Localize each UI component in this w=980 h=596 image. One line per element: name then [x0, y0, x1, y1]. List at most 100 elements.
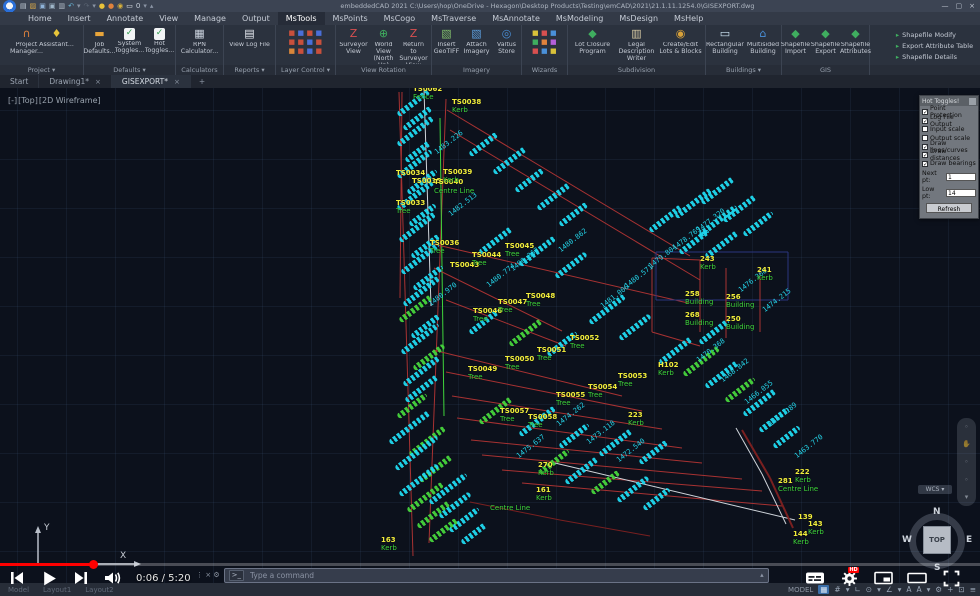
ribbon-tab-msdesign[interactable]: MsDesign [611, 12, 666, 25]
field-input[interactable] [946, 189, 976, 198]
document-tab-gisexport[interactable]: GISEXPORT* × [111, 75, 191, 88]
survey-point-label[interactable]: TS0038 Kerb [452, 98, 481, 114]
survey-point-label[interactable]: 144 Kerb [793, 530, 809, 546]
mini-layer-icon[interactable]: ■ [532, 39, 539, 46]
ribbon-group-label[interactable]: Buildings ▾ [706, 65, 781, 75]
multisided-building-button[interactable]: ⌂ Multisided Building [745, 26, 781, 64]
command-recent-dropdown-icon[interactable]: ▴ [760, 571, 764, 579]
ribbon-tab-mspoints[interactable]: MsPoints [325, 12, 376, 25]
ribbon-tab-mstraverse[interactable]: MsTraverse [423, 12, 484, 25]
hot-toggle-checkbox[interactable] [922, 135, 928, 142]
new-tab-button[interactable]: + [191, 75, 213, 88]
assistant-button[interactable]: ♦ Assistant... [39, 26, 74, 64]
ribbon-tab-view[interactable]: View [151, 12, 186, 25]
application-menu-button[interactable] [3, 0, 16, 13]
plot-icon[interactable]: ▥ [59, 1, 66, 11]
rectangular-building-button[interactable]: ▭ Rectangular Building [706, 26, 744, 64]
hot-toggles-close-icon[interactable] [969, 97, 976, 105]
survey-point-label[interactable]: 143 Kerb [808, 520, 824, 536]
ribbon-group-label[interactable]: Project ▾ [0, 65, 83, 75]
hot-toggles-button[interactable]: ✓ Hot Toggles... [145, 26, 174, 63]
previous-video-button[interactable] [6, 567, 28, 589]
subtitles-cc-icon[interactable] [804, 567, 826, 589]
survey-point-label[interactable]: TS0047 Tree [498, 298, 527, 314]
survey-point-label[interactable]: TS0054 Tree [588, 383, 617, 399]
mini-layer-icon[interactable]: ■ [289, 48, 296, 55]
hot-toggle-checkbox[interactable] [922, 126, 928, 133]
drawing-line-entity[interactable] [735, 427, 763, 475]
wizards-grid-icon[interactable]: ■ ■ ■ ■ ■ ■ ■ ■ ■ [532, 26, 557, 55]
drawing-line-entity[interactable] [741, 429, 771, 479]
navigation-bar[interactable]: ◦ ✋ ◦ ◦ ▾ [957, 418, 976, 506]
viewcube-north-label[interactable]: N [933, 507, 941, 517]
create-edit-lots-blocks-button[interactable]: ◉ Create/Edit Lots & Blocks [659, 26, 702, 64]
customization-menu-icon[interactable]: ≡ [970, 585, 976, 594]
mini-layer-icon[interactable]: ■ [316, 48, 323, 55]
shapefile-attributes-button[interactable]: ◆ Shapefile Attributes [840, 26, 871, 64]
mini-layer-icon[interactable]: ■ [289, 30, 296, 37]
ribbon-group-label[interactable]: Defaults ▾ [84, 65, 175, 75]
mini-layer-icon[interactable]: ■ [550, 39, 557, 46]
mini-layer-icon[interactable]: ■ [298, 30, 305, 37]
mini-layer-icon[interactable]: ■ [532, 30, 539, 37]
ribbon-tab-mshelp[interactable]: MsHelp [666, 12, 711, 25]
qat-dropdown-icon[interactable]: ▾ [143, 1, 147, 11]
display-box-icon[interactable]: ▭ [126, 1, 133, 11]
drawing-line-entity[interactable] [456, 417, 683, 449]
save-as-icon[interactable]: ▣ [49, 1, 56, 11]
shapefile-details-button[interactable]: ▸ Shapefile Details [896, 53, 973, 61]
layer-zero-label[interactable]: 0 [136, 1, 140, 11]
settings-gear-icon[interactable]: HD [838, 567, 860, 589]
lock-icon[interactable]: ◉ [117, 1, 123, 11]
close-button[interactable]: × [969, 2, 975, 10]
survey-point-label[interactable]: TS0051 Tree [537, 346, 566, 362]
return-to-surveyor-view-button[interactable]: Z Return to Surveyor View [399, 26, 428, 64]
ribbon-tab-manage[interactable]: Manage [186, 12, 234, 25]
new-drawing-icon[interactable]: ▤ [20, 1, 27, 11]
system-toggles-button[interactable]: ✓ System Toggles... [115, 26, 144, 63]
attach-imagery-button[interactable]: ▧ Attach Imagery [462, 26, 491, 64]
field-input[interactable] [946, 173, 976, 182]
mini-layer-icon[interactable]: ■ [550, 30, 557, 37]
ribbon-tab-msannotate[interactable]: MsAnnotate [484, 12, 548, 25]
command-line[interactable]: >_ ▴ [223, 567, 769, 583]
mini-layer-icon[interactable]: ■ [541, 48, 548, 55]
refresh-button[interactable]: Refresh [926, 203, 972, 214]
point-create-icon[interactable]: ● [99, 1, 105, 11]
viewcube-top-face[interactable]: TOP [923, 526, 951, 554]
mini-layer-icon[interactable]: ■ [298, 39, 305, 46]
open-drawing-icon[interactable]: ▨ [30, 1, 37, 11]
survey-point-label[interactable]: TS0048 Tree [526, 292, 555, 308]
miniplayer-icon[interactable] [872, 567, 894, 589]
undo-icon[interactable]: ↶ [68, 1, 74, 11]
viewport-visual-style-control[interactable]: [2D Wireframe] [39, 96, 101, 105]
hot-toggle-checkbox[interactable]: ✓ [922, 160, 928, 167]
viewport-collapse-control[interactable]: [-] [8, 96, 17, 105]
mini-layer-icon[interactable]: ■ [307, 48, 314, 55]
survey-point-label[interactable]: 223 Kerb [628, 411, 644, 427]
survey-point-label[interactable]: TS0036 Tree [430, 239, 459, 255]
world-view-button[interactable]: ⊕ World View (North Up) [369, 26, 398, 64]
survey-point-label[interactable]: H102 Kerb [658, 361, 678, 377]
viewcube-east-label[interactable]: E [966, 535, 972, 545]
survey-point-label[interactable]: 268 Building [685, 311, 713, 327]
volume-icon[interactable] [102, 567, 124, 589]
survey-point-label[interactable]: 281 Centre Line [778, 477, 818, 493]
mini-layer-icon[interactable]: ■ [532, 48, 539, 55]
ribbon-tab-mstools[interactable]: MsTools [277, 12, 325, 25]
drawing-canvas[interactable]: 1483.226 1482.513 1480.970 1480.774 1480.363… [0, 88, 980, 583]
survey-point-label[interactable]: 161 Kerb [536, 486, 552, 502]
survey-point-label[interactable]: TS0050 Tree [505, 355, 534, 371]
ribbon-tab-msmodeling[interactable]: MsModeling [548, 12, 611, 25]
shapefile-modify-button[interactable]: ▸ Shapefile Modify [896, 31, 973, 39]
close-tab-icon[interactable]: × [95, 78, 101, 86]
rpn-calculator-button[interactable]: ▦ RPN Calculator... [178, 26, 221, 64]
hot-toggle-checkbox[interactable]: ✓ [922, 109, 928, 116]
layer-control-grid-icon[interactable]: ■ ■ ■ ■ ■ ■ ■ ■ ■ ■ ■ ■ [289, 26, 323, 55]
surveyor-view-button[interactable]: Z Surveyor View [339, 26, 368, 64]
close-tab-icon[interactable]: × [174, 78, 180, 86]
minimize-button[interactable]: — [942, 2, 949, 10]
command-line-handles[interactable]: ⋮ × ⚙ [196, 571, 220, 579]
drawing-line-entity[interactable] [651, 331, 701, 347]
survey-point-label[interactable]: 250 Building [726, 315, 754, 331]
